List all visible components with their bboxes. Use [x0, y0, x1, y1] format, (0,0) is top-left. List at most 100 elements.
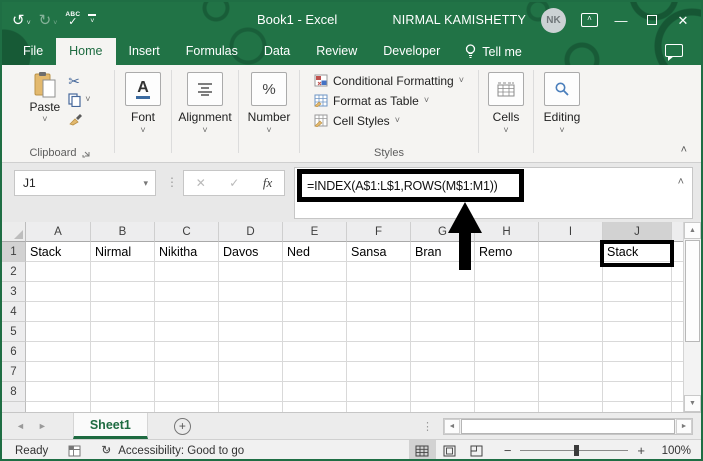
cell-C4[interactable]	[155, 302, 219, 322]
format-as-table-button[interactable]: Format as Table ˅	[314, 92, 429, 109]
sheet-tab-sheet1[interactable]: Sheet1	[72, 413, 148, 439]
minimize-button[interactable]: —	[613, 14, 629, 27]
cell-I-clipped[interactable]	[539, 402, 603, 412]
cell-B3[interactable]	[91, 282, 155, 302]
spelling-button[interactable]: ABC ✓	[65, 11, 80, 29]
cell-D1[interactable]: Davos	[219, 242, 283, 262]
cell-E7[interactable]	[283, 362, 347, 382]
cell-D4[interactable]	[219, 302, 283, 322]
cell-I2[interactable]	[539, 262, 603, 282]
cell-F6[interactable]	[347, 342, 411, 362]
column-header-A[interactable]: A	[26, 222, 91, 242]
avatar[interactable]: NK	[541, 7, 566, 33]
cell-A2[interactable]	[26, 262, 91, 282]
cell-C6[interactable]	[155, 342, 219, 362]
cell-I6[interactable]	[539, 342, 603, 362]
cell-B2[interactable]	[91, 262, 155, 282]
cell-I7[interactable]	[539, 362, 603, 382]
cell-D7[interactable]	[219, 362, 283, 382]
collapse-ribbon-button[interactable]: ˄	[681, 144, 687, 156]
row-header-1[interactable]: 1	[2, 242, 26, 262]
cell-H7[interactable]	[475, 362, 539, 382]
cell-H1[interactable]: Remo	[475, 242, 539, 262]
cell-F1[interactable]: Sansa	[347, 242, 411, 262]
cell-J-clipped[interactable]	[603, 402, 672, 412]
view-page-layout-button[interactable]	[436, 440, 463, 459]
cell-G2[interactable]	[411, 262, 475, 282]
cell-C-clipped[interactable]	[155, 402, 219, 412]
cell-J8[interactable]	[603, 382, 672, 402]
font-group-collapsed[interactable]: A Font ˅	[115, 65, 171, 162]
cell-C1[interactable]: Nikitha	[155, 242, 219, 262]
name-box-dropdown-icon[interactable]: ▾	[143, 178, 155, 189]
cell-B5[interactable]	[91, 322, 155, 342]
view-page-break-button[interactable]	[463, 440, 490, 459]
cell-E4[interactable]	[283, 302, 347, 322]
zoom-out-button[interactable]: −	[504, 444, 512, 457]
cell-A8[interactable]	[26, 382, 91, 402]
cell-C2[interactable]	[155, 262, 219, 282]
cell-I4[interactable]	[539, 302, 603, 322]
paste-button[interactable]: Paste ˅	[30, 69, 60, 124]
cell-I3[interactable]	[539, 282, 603, 302]
cell-B6[interactable]	[91, 342, 155, 362]
feedback-comment-icon[interactable]	[665, 44, 683, 61]
cell-G4[interactable]	[411, 302, 475, 322]
row-header-3[interactable]: 3	[2, 282, 26, 302]
cell-H-clipped[interactable]	[475, 402, 539, 412]
cell-F-clipped[interactable]	[347, 402, 411, 412]
column-header-D[interactable]: D	[219, 222, 283, 242]
scroll-down-icon[interactable]: ▼	[684, 395, 701, 412]
select-all-button[interactable]	[2, 222, 26, 242]
vertical-scroll-track[interactable]	[684, 343, 701, 395]
cell-E3[interactable]	[283, 282, 347, 302]
customize-qat-button[interactable]: ˅	[88, 14, 97, 26]
cell-G3[interactable]	[411, 282, 475, 302]
zoom-in-button[interactable]: +	[637, 444, 645, 457]
copy-dropdown-icon[interactable]: ˅	[85, 95, 90, 104]
row-header-7[interactable]: 7	[2, 362, 26, 382]
cell-F4[interactable]	[347, 302, 411, 322]
collapse-formula-bar-icon[interactable]: ˄	[678, 176, 684, 188]
cell-G1[interactable]: Bran	[411, 242, 475, 262]
sheet-nav-left-icon[interactable]: ◄	[16, 421, 25, 431]
paste-dropdown-icon[interactable]: ˅	[42, 115, 47, 124]
cancel-entry-button[interactable]: ✕	[196, 176, 206, 190]
cell-D2[interactable]	[219, 262, 283, 282]
hscroll-left-icon[interactable]: ◄	[444, 419, 460, 434]
cell-A-clipped[interactable]	[26, 402, 91, 412]
conditional-formatting-button[interactable]: Conditional Formatting ˅	[314, 72, 464, 89]
cell-E8[interactable]	[283, 382, 347, 402]
cells-group-collapsed[interactable]: Cells ˅	[479, 65, 533, 162]
cell-D-clipped[interactable]	[219, 402, 283, 412]
cell-G7[interactable]	[411, 362, 475, 382]
number-group-collapsed[interactable]: % Number ˅	[239, 65, 299, 162]
scroll-up-icon[interactable]: ▲	[684, 222, 701, 239]
cell-G-clipped[interactable]	[411, 402, 475, 412]
formula-bar-input[interactable]: =INDEX(A$1:L$1,ROWS(M$1:M1)) ˄	[294, 167, 693, 219]
cell-A6[interactable]	[26, 342, 91, 362]
cell-B-clipped[interactable]	[91, 402, 155, 412]
cell-J3[interactable]	[603, 282, 672, 302]
macro-record-icon[interactable]	[68, 445, 81, 457]
alignment-group-collapsed[interactable]: Alignment ˅	[172, 65, 238, 162]
zoom-slider-handle[interactable]	[574, 445, 580, 456]
tab-file[interactable]: File	[10, 38, 56, 65]
tab-insert[interactable]: Insert	[116, 38, 173, 65]
zoom-level[interactable]: 100%	[657, 445, 691, 457]
redo-button[interactable]: ↻ ˅	[39, 13, 58, 28]
cell-E2[interactable]	[283, 262, 347, 282]
editing-group-collapsed[interactable]: Editing ˅	[534, 65, 590, 162]
cell-J7[interactable]	[603, 362, 672, 382]
cell-C7[interactable]	[155, 362, 219, 382]
undo-dropdown-icon[interactable]: ˅	[27, 19, 31, 28]
row-header-8[interactable]: 8	[2, 382, 26, 402]
cell-I1[interactable]	[539, 242, 603, 262]
cell-A5[interactable]	[26, 322, 91, 342]
column-header-F[interactable]: F	[347, 222, 411, 242]
cell-E-clipped[interactable]	[283, 402, 347, 412]
cell-I5[interactable]	[539, 322, 603, 342]
cell-A4[interactable]	[26, 302, 91, 322]
cell-B7[interactable]	[91, 362, 155, 382]
horizontal-scroll-thumb[interactable]	[461, 419, 675, 434]
